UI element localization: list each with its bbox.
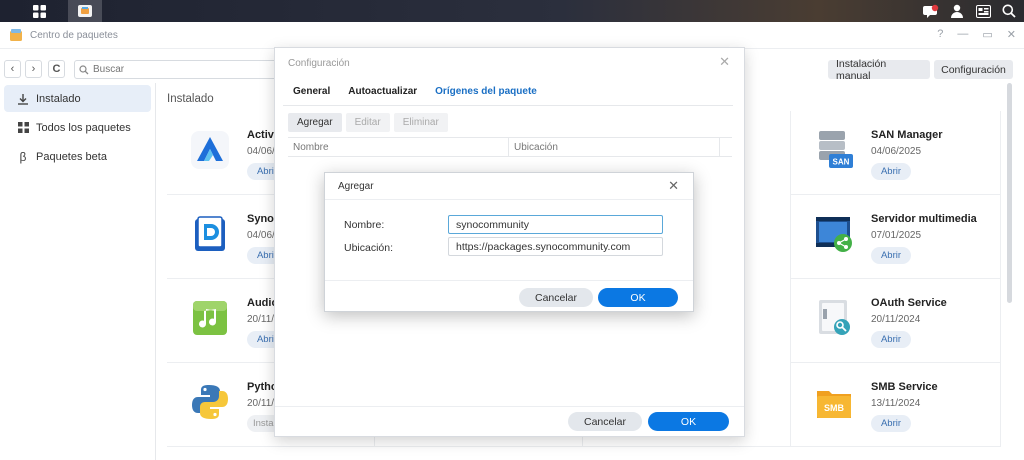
package-card[interactable]: OAuth Service 20/11/2024 Abrir: [791, 279, 1001, 363]
add-source-button[interactable]: Agregar: [288, 113, 342, 132]
sources-toolbar: Agregar Editar Eliminar: [288, 113, 448, 132]
grid-icon: [32, 4, 46, 18]
refresh-icon: C: [52, 63, 61, 75]
name-field[interactable]: [448, 215, 663, 234]
back-button[interactable]: ‹: [4, 60, 21, 78]
sidebar-item-all-packages[interactable]: Todos los paquetes: [4, 114, 151, 141]
taskbar-package-center-button[interactable]: [68, 0, 102, 22]
open-button[interactable]: Abrir: [871, 331, 911, 348]
search-input[interactable]: [93, 64, 283, 75]
sidebar-item-label: Todos los paquetes: [36, 121, 131, 134]
config-tabs: General Autoactualizar Orígenes del paqu…: [283, 78, 733, 106]
sidebar-item-label: Paquetes beta: [36, 150, 107, 163]
package-name: Servidor multimedia: [871, 213, 977, 225]
minimize-button[interactable]: —: [957, 28, 968, 41]
package-name: SAN Manager: [871, 129, 943, 141]
active-insight-icon: [191, 131, 229, 169]
media-server-icon: [816, 217, 852, 252]
taskbar: [0, 0, 1024, 22]
smb-service-icon: SMB: [817, 391, 851, 418]
user-icon: [951, 4, 963, 18]
synology-drive-icon: [195, 216, 225, 251]
restore-button[interactable]: ▭: [982, 28, 992, 41]
search-box[interactable]: [74, 60, 294, 79]
close-icon[interactable]: ✕: [668, 178, 679, 194]
manual-install-button[interactable]: Instalación manual: [828, 58, 930, 82]
content-scrollbar[interactable]: [1007, 83, 1012, 303]
dialog-title: Configuración: [288, 58, 350, 69]
dialog-footer-divider: [275, 406, 744, 407]
open-button[interactable]: Abrir: [871, 163, 911, 180]
column-header-name[interactable]: Nombre: [288, 138, 509, 156]
global-search-button[interactable]: [1000, 2, 1018, 20]
package-date: 13/11/2024: [871, 398, 921, 409]
location-field[interactable]: [448, 237, 663, 256]
tab-package-sources[interactable]: Orígenes del paquete: [435, 86, 537, 97]
svg-text:SAN: SAN: [833, 158, 850, 167]
chat-icon: [923, 4, 939, 18]
package-name: SMB Service: [871, 381, 938, 393]
package-card[interactable]: Servidor multimedia 07/01/2025 Abrir: [791, 195, 1001, 279]
dialog-footer-divider: [325, 280, 693, 281]
cancel-button[interactable]: Cancelar: [519, 288, 593, 307]
dialog-divider: [325, 199, 693, 200]
dialog-title: Agregar: [338, 181, 374, 192]
tab-general[interactable]: General: [293, 86, 330, 97]
user-button[interactable]: [948, 2, 966, 20]
main-menu-button[interactable]: [22, 0, 56, 22]
package-name: OAuth Service: [871, 297, 947, 309]
edit-source-button[interactable]: Editar: [345, 113, 390, 132]
oauth-service-icon: [819, 300, 850, 335]
window-controls: ? — ▭ ✕: [937, 28, 1016, 41]
close-icon[interactable]: ✕: [719, 54, 730, 70]
package-date: 07/01/2025: [871, 230, 922, 241]
notifications-button[interactable]: [922, 2, 940, 20]
section-title: Instalado: [167, 93, 214, 105]
add-source-dialog: Agregar ✕ Nombre: Ubicación: Cancelar OK: [324, 172, 694, 312]
sidebar-item-label: Instalado: [36, 92, 81, 105]
widgets-button[interactable]: [974, 2, 992, 20]
package-date: 20/11/2024: [871, 314, 921, 325]
window-titlebar: Centro de paquetes: [0, 22, 1024, 49]
sidebar: Instalado Todos los paquetes β Paquetes …: [0, 83, 156, 460]
location-label: Ubicación:: [344, 242, 394, 254]
close-button[interactable]: ✕: [1007, 28, 1016, 41]
refresh-button[interactable]: C: [48, 60, 65, 78]
package-center-icon: [78, 5, 92, 17]
open-button[interactable]: Abrir: [871, 247, 911, 264]
chevron-left-icon: ‹: [10, 63, 15, 75]
widgets-icon: [975, 4, 991, 18]
open-button[interactable]: Abrir: [871, 415, 911, 432]
column-header-location[interactable]: Ubicación: [509, 138, 720, 156]
package-center-icon: [10, 29, 22, 41]
sidebar-item-beta-packages[interactable]: β Paquetes beta: [4, 143, 151, 170]
ok-button[interactable]: OK: [598, 288, 678, 307]
san-manager-icon: SAN: [819, 131, 853, 168]
window-title: Centro de paquetes: [30, 29, 118, 41]
beta-icon: β: [19, 149, 27, 164]
package-date: 04/06/2025: [871, 146, 922, 157]
search-icon: [1002, 4, 1016, 18]
sidebar-item-installed[interactable]: Instalado: [4, 85, 151, 112]
chevron-right-icon: ›: [31, 63, 36, 75]
search-icon: [79, 64, 89, 74]
package-card[interactable]: SMB SMB Service 13/11/2024 Abrir: [791, 363, 1001, 447]
audio-station-icon: [193, 301, 227, 335]
cancel-button[interactable]: Cancelar: [568, 412, 642, 431]
ok-button[interactable]: OK: [648, 412, 729, 431]
grid-icon: [16, 122, 30, 133]
svg-text:SMB: SMB: [824, 403, 845, 413]
package-card[interactable]: SAN SAN Manager 04/06/2025 Abrir: [791, 111, 1001, 195]
forward-button[interactable]: ›: [25, 60, 42, 78]
settings-button[interactable]: Configuración: [934, 60, 1013, 79]
help-button[interactable]: ?: [937, 28, 943, 41]
sources-table-header: Nombre Ubicación: [288, 137, 732, 157]
name-label: Nombre:: [344, 219, 385, 231]
delete-source-button[interactable]: Eliminar: [393, 113, 448, 132]
tab-auto-update[interactable]: Autoactualizar: [348, 86, 417, 97]
python-icon: [192, 385, 228, 419]
download-icon: [16, 93, 30, 105]
